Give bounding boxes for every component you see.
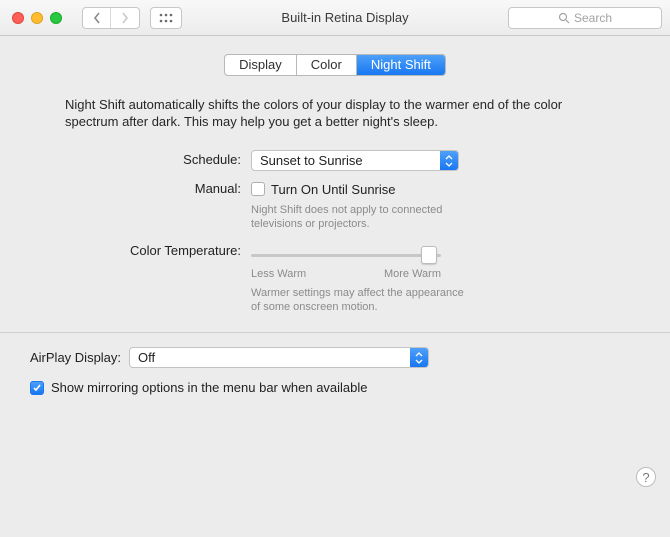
title-bar: Built-in Retina Display Search [0,0,670,36]
chevron-left-icon [93,12,101,24]
manual-checkbox-label: Turn On Until Sunrise [271,182,396,197]
zoom-window-button[interactable] [50,12,62,24]
tab-color[interactable]: Color [297,55,357,75]
traffic-lights [12,12,62,24]
manual-note: Night Shift does not apply to connected … [251,203,471,231]
night-shift-description: Night Shift automatically shifts the col… [25,96,645,130]
schedule-value: Sunset to Sunrise [260,153,363,168]
color-temp-slider[interactable] [251,245,441,265]
mirroring-label: Show mirroring options in the menu bar w… [51,380,368,395]
help-icon: ? [642,470,649,485]
nav-back-forward [82,7,140,29]
manual-label: Manual: [65,179,251,231]
airplay-label: AirPlay Display: [30,350,121,365]
search-input[interactable]: Search [508,7,662,29]
manual-checkbox[interactable] [251,182,265,196]
color-temp-label: Color Temperature: [65,241,251,314]
check-icon [32,383,42,393]
forward-button[interactable] [111,8,139,28]
search-placeholder: Search [574,11,612,25]
back-button[interactable] [83,8,111,28]
search-icon [558,12,570,24]
minimize-window-button[interactable] [31,12,43,24]
select-stepper-icon [410,348,428,367]
mirroring-checkbox[interactable] [30,381,44,395]
select-stepper-icon [440,151,458,170]
tab-display[interactable]: Display [225,55,297,75]
help-button[interactable]: ? [636,467,656,487]
divider [0,332,670,333]
window-title: Built-in Retina Display [190,10,500,25]
slider-min-label: Less Warm [251,268,306,280]
schedule-label: Schedule: [65,150,251,171]
tab-night-shift[interactable]: Night Shift [357,55,445,75]
schedule-select[interactable]: Sunset to Sunrise [251,150,459,171]
show-all-button[interactable] [150,7,182,29]
slider-knob[interactable] [421,246,437,264]
chevron-right-icon [121,12,129,24]
display-tabs: Display Color Night Shift [224,54,446,76]
close-window-button[interactable] [12,12,24,24]
grid-icon [159,13,173,23]
airplay-value: Off [138,350,155,365]
airplay-select[interactable]: Off [129,347,429,368]
slider-track [251,254,441,257]
slider-max-label: More Warm [384,268,441,280]
color-temp-note: Warmer settings may affect the appearanc… [251,286,471,314]
